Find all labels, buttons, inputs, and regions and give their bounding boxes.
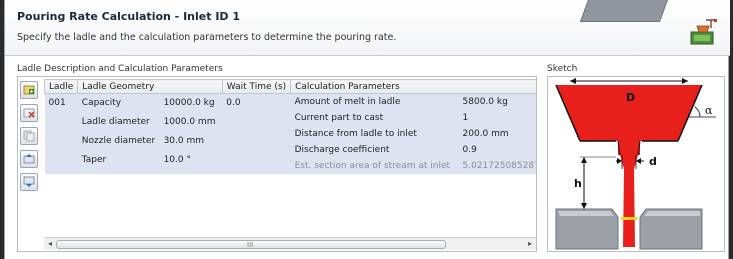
- scroll-right-arrow-icon[interactable]: ▸: [526, 240, 534, 248]
- dimension-label-D: D: [626, 91, 635, 104]
- ladle-parameters-panel: Ladle Ladle Geometry Wait Time (s) Calcu…: [17, 76, 537, 252]
- taper-angle-label: α: [705, 104, 713, 117]
- column-header-calc-params[interactable]: Calculation Parameters: [290, 79, 536, 94]
- ladle-sketch-diagram: D d α h: [555, 78, 716, 250]
- scrollbar-thumb[interactable]: III: [56, 240, 446, 249]
- geometry-value[interactable]: 10.0 °: [164, 151, 219, 170]
- pouring-ladle-icon: [690, 19, 717, 45]
- geometry-value[interactable]: 1000.0 mm: [164, 113, 219, 132]
- ladle-table: Ladle Ladle Geometry Wait Time (s) Calcu…: [44, 79, 536, 235]
- melt-stream: [623, 169, 635, 247]
- param-name: Amount of melt in ladle: [294, 97, 401, 107]
- geometry-name: Nozzle diameter: [81, 136, 156, 146]
- table-header: Ladle Ladle Geometry Wait Time (s) Calcu…: [44, 79, 536, 94]
- delete-row-icon: [23, 108, 35, 118]
- param-value[interactable]: 0.9: [463, 142, 536, 158]
- scroll-left-arrow-icon[interactable]: ◂: [46, 240, 54, 248]
- pouring-rate-dialog: Pouring Rate Calculation - Inlet ID 1 Sp…: [4, 0, 730, 259]
- ladle-toolbar: [20, 81, 42, 196]
- ladle-section-label: Ladle Description and Calculation Parame…: [17, 64, 223, 74]
- copy-row-icon: [23, 130, 35, 142]
- dimension-label-h: h: [574, 177, 582, 190]
- geometry-name: Taper: [81, 155, 107, 165]
- move-up-button[interactable]: [20, 150, 38, 168]
- geometry-value[interactable]: 10000.0 kg: [164, 94, 219, 113]
- param-value: 5.021725085287: [462, 161, 536, 171]
- param-value[interactable]: 200.0 mm: [463, 126, 536, 142]
- ladle-sketch-panel: D d α h: [547, 76, 725, 252]
- ladle-id-cell[interactable]: 001: [49, 94, 74, 113]
- geometry-name: Ladle diameter: [81, 117, 150, 127]
- add-row-icon: [23, 85, 35, 95]
- header-decoration: [579, 0, 671, 22]
- nozzle: [618, 141, 640, 155]
- horizontal-scrollbar[interactable]: ◂ III ▸: [44, 237, 536, 250]
- delete-ladle-button[interactable]: [20, 104, 38, 122]
- dialog-subtitle: Specify the ladle and the calculation pa…: [17, 32, 397, 43]
- column-header-geometry[interactable]: Ladle Geometry: [77, 79, 223, 94]
- scrollbar-grip: III: [247, 241, 254, 249]
- dialog-header: Pouring Rate Calculation - Inlet ID 1 Sp…: [5, 0, 730, 56]
- param-value[interactable]: 5800.0 kg: [463, 94, 536, 110]
- move-down-icon: [23, 176, 35, 187]
- param-name: Discharge coefficient: [294, 145, 390, 155]
- copy-ladle-button[interactable]: [20, 127, 38, 145]
- dialog-title: Pouring Rate Calculation - Inlet ID 1: [17, 10, 241, 23]
- param-value[interactable]: 1: [463, 110, 536, 126]
- param-name: Current part to cast: [294, 113, 384, 123]
- dimension-label-d: d: [649, 155, 657, 168]
- move-up-icon: [23, 154, 35, 164]
- move-down-button[interactable]: [20, 173, 38, 191]
- param-name: Est. section area of stream at inlet: [294, 161, 451, 171]
- wait-time-cell[interactable]: 0.0: [226, 94, 286, 113]
- sketch-section-label: Sketch: [547, 64, 578, 74]
- geometry-name: Capacity: [81, 98, 122, 108]
- column-header-wait-time[interactable]: Wait Time (s): [221, 79, 292, 94]
- geometry-value[interactable]: 30.0 mm: [164, 132, 219, 151]
- column-header-ladle[interactable]: Ladle: [44, 79, 79, 94]
- table-row[interactable]: 001 Capacity Ladle diameter Nozzle diame…: [44, 93, 536, 174]
- add-ladle-button[interactable]: [20, 81, 38, 99]
- param-name: Distance from ladle to inlet: [294, 129, 417, 139]
